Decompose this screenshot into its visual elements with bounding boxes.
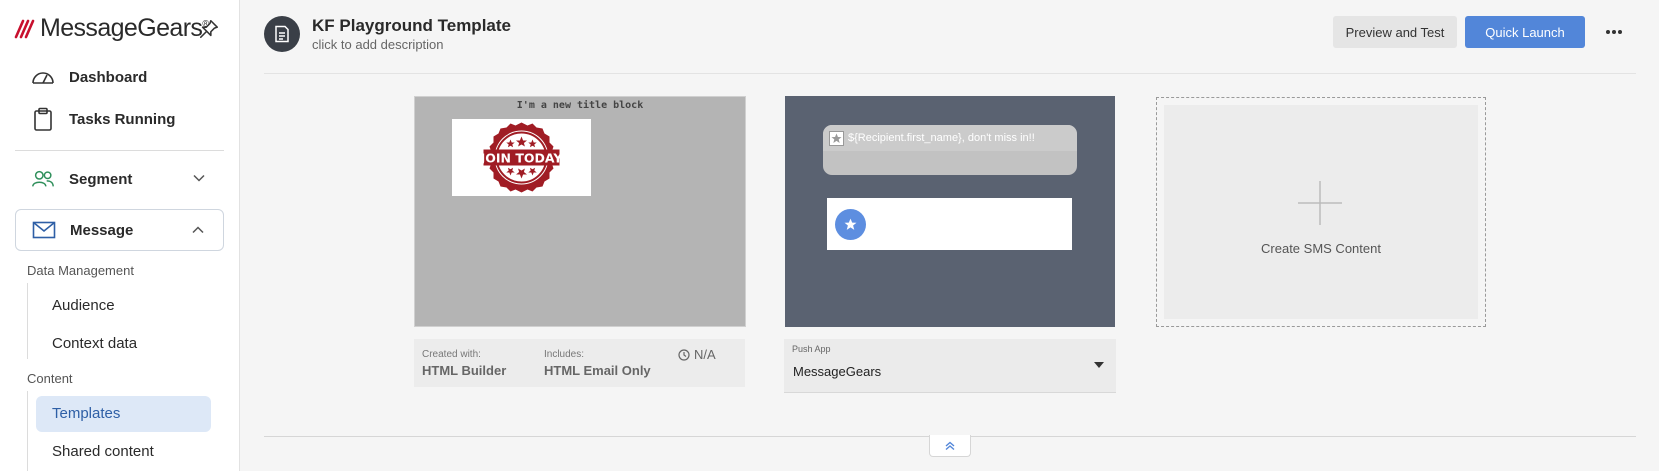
dropdown-caret-icon[interactable] xyxy=(1094,362,1104,368)
sidebar-item-shared-content[interactable]: Shared content xyxy=(52,443,154,460)
envelope-icon xyxy=(32,218,56,242)
brand-name: MessageGears® xyxy=(40,14,209,42)
preview-and-test-button[interactable]: Preview and Test xyxy=(1333,16,1457,48)
sidebar-item-audience[interactable]: Audience xyxy=(52,297,115,314)
sidebar-item-context-data[interactable]: Context data xyxy=(52,335,137,352)
sidebar: MessageGears® Dashboard Tasks Running Se… xyxy=(0,0,240,471)
nav-divider xyxy=(15,150,224,151)
join-today-badge-image: JOIN TODAY xyxy=(452,119,591,196)
created-with-label: Created with: xyxy=(422,349,481,360)
clipboard-icon xyxy=(31,107,55,131)
includes-label: Includes: xyxy=(544,349,585,360)
template-document-icon xyxy=(264,16,300,52)
push-app-select[interactable]: Push App MessageGears xyxy=(784,339,1116,393)
submenu-rail xyxy=(27,283,28,359)
section-content: Content xyxy=(27,371,73,386)
join-today-text: JOIN TODAY xyxy=(480,151,564,166)
status-text: N/A xyxy=(694,347,716,362)
pin-icon[interactable] xyxy=(198,18,220,40)
email-preview-title: I'm a new title block xyxy=(516,100,644,111)
nav-message-label: Message xyxy=(70,221,134,239)
chevron-down-icon[interactable] xyxy=(192,171,206,185)
created-with-value: HTML Builder xyxy=(422,363,507,378)
push-notification-text: ${Recipient.first_name}, don't miss in!! xyxy=(848,132,1035,144)
clock-icon xyxy=(678,348,690,361)
nav-segment-label: Segment xyxy=(69,170,133,188)
users-icon xyxy=(31,167,55,191)
header-divider xyxy=(264,73,1636,74)
create-sms-area[interactable]: Create SMS Content xyxy=(1164,105,1478,319)
includes-value: HTML Email Only xyxy=(544,363,651,378)
double-chevron-up-icon xyxy=(945,441,955,450)
dashboard-gauge-icon xyxy=(31,65,55,89)
create-sms-card[interactable]: Create SMS Content xyxy=(1156,97,1486,327)
sidebar-item-templates[interactable]: Templates xyxy=(52,405,120,422)
section-data-management: Data Management xyxy=(27,263,134,278)
create-sms-label: Create SMS Content xyxy=(1261,241,1381,256)
page-description[interactable]: click to add description xyxy=(312,37,444,52)
submenu-rail xyxy=(27,391,28,471)
push-notification-preview: ${Recipient.first_name}, don't miss in!! xyxy=(823,125,1077,175)
brand-logo[interactable]: MessageGears® xyxy=(14,14,209,43)
quick-launch-button[interactable]: Quick Launch xyxy=(1465,16,1585,48)
email-card-meta: Created with: HTML Builder Includes: HTM… xyxy=(414,339,745,387)
nav-dashboard[interactable]: Dashboard xyxy=(15,56,224,98)
collapse-panel-button[interactable] xyxy=(929,435,971,457)
nav-tasks-running[interactable]: Tasks Running xyxy=(15,98,224,140)
plus-icon xyxy=(1298,181,1342,225)
push-app-value: MessageGears xyxy=(793,364,882,379)
nav-segment[interactable]: Segment xyxy=(15,158,224,200)
star-avatar-icon xyxy=(835,209,866,240)
nav-message[interactable]: Message xyxy=(15,209,224,251)
more-options-icon[interactable] xyxy=(1603,22,1625,42)
nav-dashboard-label: Dashboard xyxy=(69,68,148,86)
email-preview-thumbnail[interactable]: I'm a new title block JOIN TODAY xyxy=(414,96,746,327)
push-app-label: Push App xyxy=(792,344,831,354)
push-preview-thumbnail[interactable]: ${Recipient.first_name}, don't miss in!! xyxy=(785,96,1115,327)
status-indicator: N/A xyxy=(678,347,716,362)
messagegears-logo-icon xyxy=(14,19,35,38)
chevron-up-icon[interactable] xyxy=(191,223,205,237)
star-icon xyxy=(829,131,844,146)
push-content-card xyxy=(827,198,1072,250)
nav-tasks-label: Tasks Running xyxy=(69,110,176,128)
page-title[interactable]: KF Playground Template xyxy=(312,16,511,36)
